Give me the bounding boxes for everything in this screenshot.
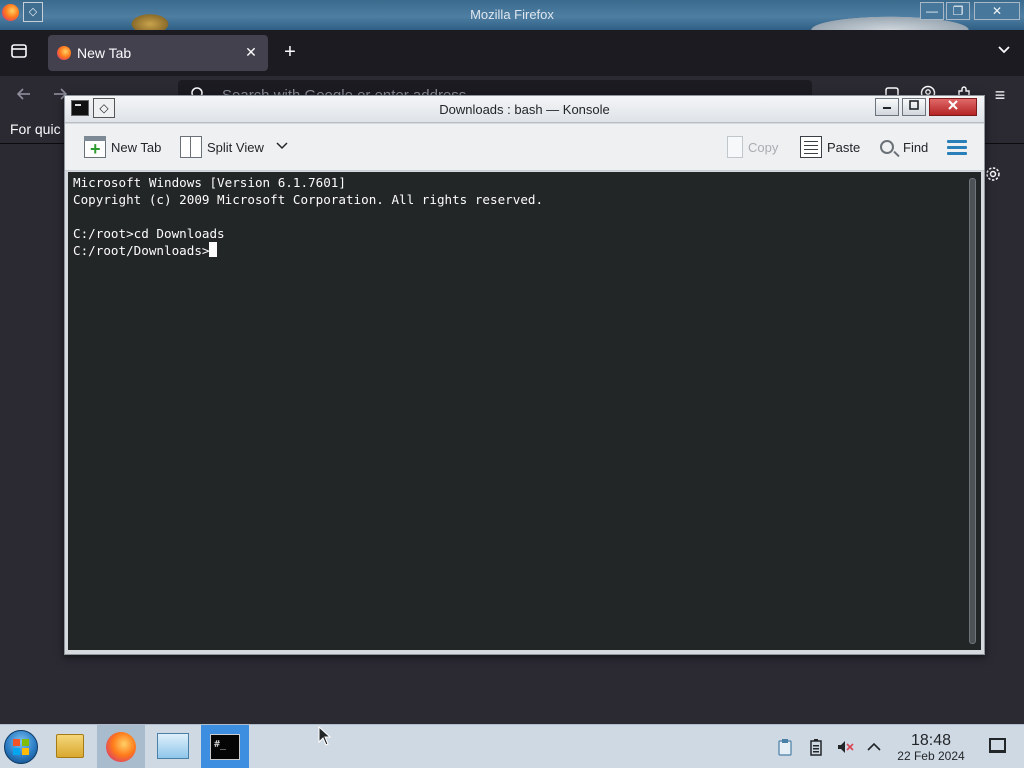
folder-icon <box>56 734 84 758</box>
hamburger-menu-icon[interactable] <box>947 140 967 156</box>
volume-muted-icon[interactable] <box>836 738 854 756</box>
find-button[interactable]: Find <box>880 134 928 160</box>
firefox-titlebar: ◇ Mozilla Firefox — ❐ ✕ <box>0 0 1024 30</box>
taskbar-system-settings[interactable] <box>149 725 197 768</box>
konsole-minimize-button[interactable] <box>875 98 899 116</box>
clock-date[interactable]: 22 Feb 2024 <box>889 749 973 763</box>
tab-close-icon[interactable]: ✕ <box>242 43 260 61</box>
show-desktop-icon[interactable] <box>989 738 1006 753</box>
split-view-label: Split View <box>207 139 264 155</box>
konsole-window: ◇ Downloads : bash — Konsole New Tab ▾ S… <box>64 95 985 655</box>
taskbar-firefox[interactable] <box>97 725 145 768</box>
back-arrow-icon[interactable] <box>14 85 34 105</box>
konsole-window-title: Downloads : bash — Konsole <box>439 102 610 117</box>
clock-time[interactable]: 18:48 <box>895 732 967 750</box>
terminal-scrollbar[interactable] <box>969 178 976 644</box>
new-tab-button[interactable]: New Tab <box>84 134 161 160</box>
find-label: Find <box>903 139 929 155</box>
text-cursor <box>209 242 218 257</box>
tab-label: New Tab <box>77 45 132 61</box>
firefox-window-title: Mozilla Firefox <box>470 7 554 22</box>
start-menu-button[interactable] <box>4 730 38 764</box>
paste-button[interactable]: Paste <box>800 134 860 160</box>
taskbar: 18:48 22 Feb 2024 <box>0 724 1024 768</box>
copy-button[interactable]: Copy <box>727 134 778 160</box>
firefox-minimize-button[interactable]: — <box>920 2 944 20</box>
split-view-icon <box>180 136 202 158</box>
paste-icon <box>800 136 822 158</box>
terminal-output: Microsoft Windows [Version 6.1.7601] Cop… <box>73 174 543 259</box>
app-menu-icon[interactable]: ≡ <box>990 85 1010 105</box>
split-view-button[interactable]: Split View <box>180 134 288 160</box>
new-tab-icon <box>84 136 106 158</box>
copy-label: Copy <box>748 139 779 155</box>
paste-label: Paste <box>827 139 861 155</box>
terminal-view[interactable]: Microsoft Windows [Version 6.1.7601] Cop… <box>68 172 981 650</box>
bookmarks-toolbar-hint: For quic <box>10 121 61 137</box>
tab-new-tab[interactable]: New Tab ✕ <box>48 35 268 71</box>
firefox-tabbar: New Tab ✕ + <box>0 30 1024 76</box>
copy-icon <box>727 136 743 158</box>
konsole-toolbar: New Tab ▾ Split View Copy Paste Find <box>65 124 984 190</box>
firefox-tab-icon <box>57 46 71 60</box>
terminal-line: Copyright (c) 2009 Microsoft Corporation… <box>73 192 544 207</box>
firefox-close-button[interactable]: ✕ <box>974 2 1020 20</box>
battery-icon[interactable] <box>807 738 825 756</box>
firefox-maximize-button[interactable]: ❐ <box>946 2 970 20</box>
konsole-icon <box>210 734 240 760</box>
terminal-line: Microsoft Windows [Version 6.1.7601] <box>73 175 346 190</box>
chevron-down-icon <box>276 141 288 153</box>
konsole-maximize-button[interactable] <box>902 98 926 116</box>
new-tab-button[interactable]: + <box>279 41 301 63</box>
settings-gear-icon[interactable] <box>984 166 1002 184</box>
konsole-close-button[interactable] <box>929 98 977 116</box>
taskbar-file-manager[interactable] <box>46 725 94 768</box>
konsole-titlebar[interactable]: ◇ Downloads : bash — Konsole <box>65 96 984 123</box>
firefox-view-icon[interactable] <box>8 42 30 64</box>
system-settings-icon <box>157 733 189 759</box>
clipboard-icon[interactable] <box>776 738 794 756</box>
terminal-prompt: C:/root/Downloads> <box>73 243 210 258</box>
terminal-line: C:/root>cd Downloads <box>73 226 225 241</box>
search-icon <box>880 140 894 154</box>
tray-expand-icon[interactable] <box>865 738 883 756</box>
new-tab-label: New Tab <box>111 139 162 155</box>
firefox-icon <box>106 732 136 762</box>
taskbar-konsole[interactable] <box>201 725 249 768</box>
list-all-tabs-button[interactable] <box>994 42 1014 62</box>
